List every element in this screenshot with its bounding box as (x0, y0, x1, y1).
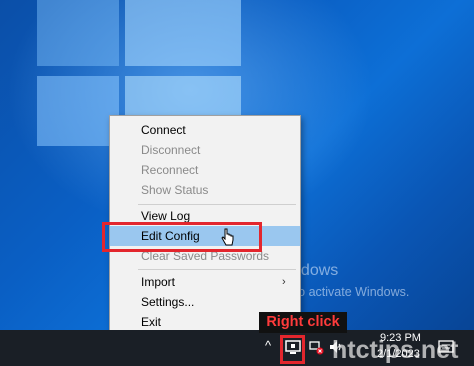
menu-item-label: Show Status (141, 183, 209, 197)
clock-date[interactable]: 2/1/2023 (377, 348, 420, 360)
chevron-right-icon: › (282, 276, 286, 288)
menu-item-label: Reconnect (141, 163, 199, 177)
clock-time[interactable]: 9:23 PM (380, 332, 421, 344)
menu-item-reconnect[interactable]: Reconnect (110, 160, 300, 180)
menu-separator (138, 269, 296, 270)
show-hidden-icons-chevron[interactable]: ^ (265, 338, 271, 353)
hand-cursor-icon (221, 228, 234, 246)
menu-item-label: Settings... (141, 295, 195, 309)
windows-logo-pane (37, 76, 119, 146)
menu-item-show-status[interactable]: Show Status (110, 180, 300, 200)
menu-item-label: Import (141, 275, 176, 289)
menu-item-label: Exit (141, 315, 162, 329)
notifications-icon[interactable] (438, 339, 454, 355)
windows-logo-pane (37, 0, 119, 66)
menu-item-settings[interactable]: Settings... (110, 292, 300, 312)
edit-config-highlight-box (102, 222, 262, 252)
menu-item-label: Connect (141, 123, 186, 137)
menu-separator (138, 204, 296, 205)
network-disconnected-icon[interactable] (308, 339, 324, 355)
menu-item-connect[interactable]: Connect (110, 120, 300, 140)
menu-item-label: Disconnect (141, 143, 201, 157)
menu-item-import[interactable]: Import › (110, 272, 300, 292)
windows-logo-pane (125, 0, 241, 66)
menu-item-disconnect[interactable]: Disconnect (110, 140, 300, 160)
right-click-callout: Right click (259, 312, 347, 333)
tray-icon-highlight-box (280, 335, 305, 364)
